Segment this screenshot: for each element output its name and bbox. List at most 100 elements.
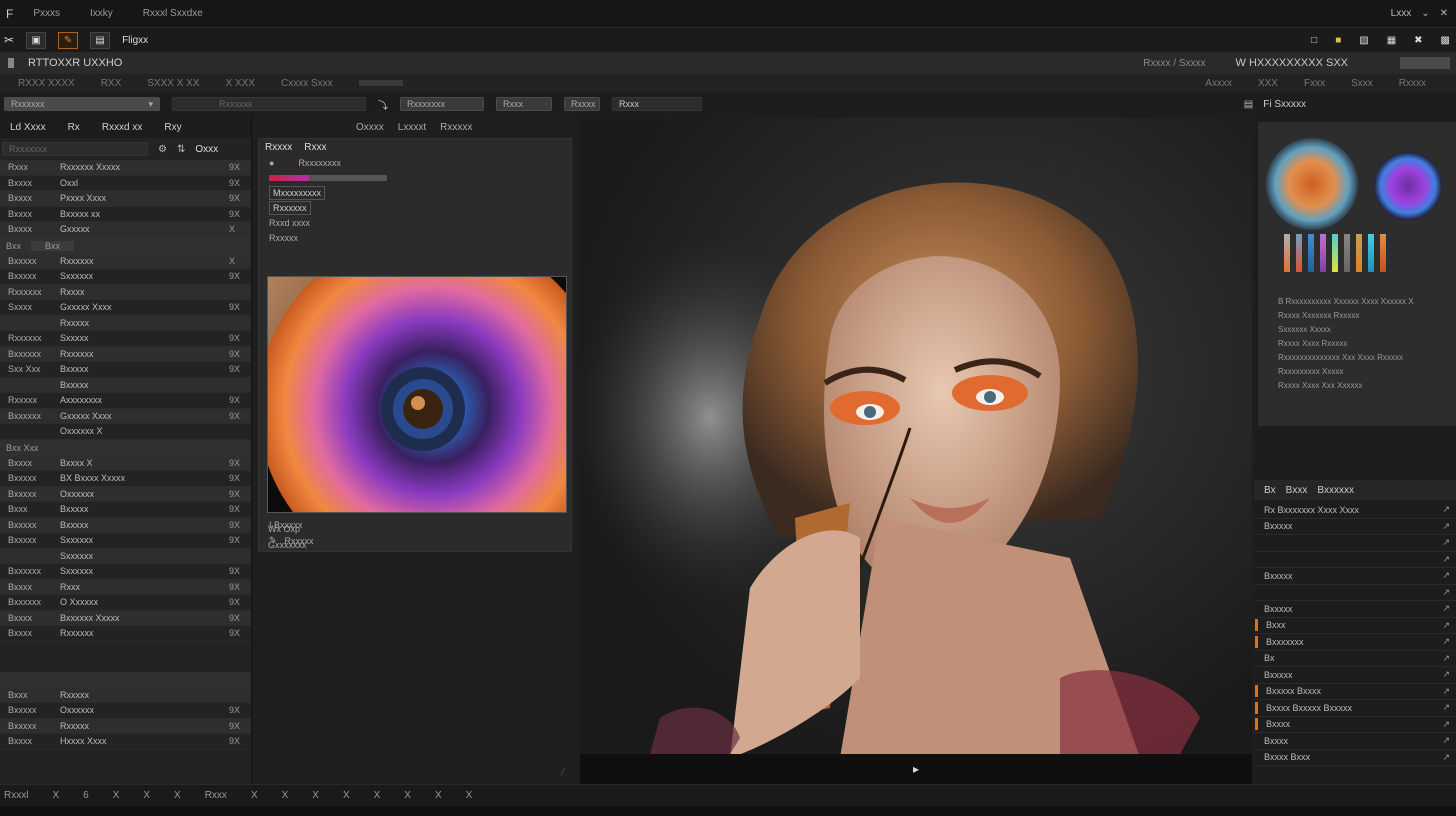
table-row[interactable]: Bxxxxxx Sxxxxxx 9X [0, 564, 251, 580]
option-4[interactable]: X XXX [226, 78, 255, 89]
table-row[interactable]: Bxxxxx Rxxxxxx X [0, 253, 251, 269]
option-right-4[interactable]: Sxxx [1351, 78, 1373, 89]
table-row[interactable]: Bxxxx Rxxxxxx 9X [0, 626, 251, 642]
layer-edit-icon[interactable]: ↗ [1442, 504, 1450, 515]
option-3[interactable]: SXXX X XX [147, 78, 199, 89]
left-search-option[interactable]: Oxxx [195, 144, 218, 155]
table-row[interactable]: Bxxxxx [0, 377, 251, 393]
mid-tab-2[interactable]: Lxxxxt [398, 122, 426, 133]
option-right-1[interactable]: Axxxx [1205, 78, 1232, 89]
settings-icon[interactable]: ⚙ [158, 144, 167, 155]
status-item[interactable]: X [374, 790, 381, 801]
arrow-icon[interactable]: ⤵ [378, 97, 388, 112]
status-item[interactable]: X [466, 790, 473, 801]
layer-row[interactable]: Bx ↗ [1254, 651, 1456, 667]
status-item[interactable]: Rxxxl [4, 790, 28, 801]
play-icon[interactable]: ▸ [913, 762, 919, 776]
menu-item-3[interactable]: Rxxxl Sxxdxe [143, 8, 203, 19]
layer-row[interactable]: Bxxxxxxx ↗ [1254, 634, 1456, 651]
flow-field[interactable]: Rxxxx [564, 97, 600, 111]
table-row[interactable]: Sxxxx Gxxxxx Xxxx 9X [0, 300, 251, 316]
properties-tab-1[interactable]: Rxxxx [265, 142, 292, 153]
folder-icon[interactable]: ■ [1335, 35, 1341, 46]
layer-edit-icon[interactable]: ↗ [1442, 554, 1450, 565]
option-2[interactable]: RXX [101, 78, 122, 89]
square-icon[interactable]: □ [1311, 35, 1317, 46]
table-row[interactable]: Bxxxx Rxxx 9X [0, 579, 251, 595]
table-row[interactable]: Bxxxx Gxxxxx X [0, 222, 251, 238]
status-item[interactable]: X [251, 790, 258, 801]
color-swatches[interactable] [1284, 234, 1386, 272]
table-row[interactable]: Bxxxxx Oxxxxxx 9X [0, 486, 251, 502]
layer-edit-icon[interactable]: ↗ [1442, 669, 1450, 680]
status-item[interactable]: 6 [83, 790, 89, 801]
table-row[interactable]: Bxxxx Hxxxx Xxxx 9X [0, 734, 251, 750]
resize-handle-icon[interactable]: ∕ [562, 767, 564, 778]
table-row[interactable]: Bxxxx Oxxl 9X [0, 176, 251, 191]
layer-edit-icon[interactable]: ↗ [1442, 570, 1450, 581]
left-tab-4[interactable]: Rxy [164, 122, 181, 133]
status-item[interactable]: X [435, 790, 442, 801]
layer-edit-icon[interactable]: ↗ [1442, 587, 1450, 598]
status-item[interactable]: Rxxx [205, 790, 227, 801]
layer-edit-icon[interactable]: ↗ [1442, 686, 1450, 697]
grid-view-icon[interactable]: ▩ [1441, 35, 1450, 46]
layer-row[interactable]: Bxxxxx ↗ [1254, 568, 1456, 585]
option-1[interactable]: RXXX XXXX [18, 78, 75, 89]
layer-row[interactable]: Rx Bxxxxxxx Xxxx Xxxx ↗ [1254, 502, 1456, 519]
option-5[interactable]: Cxxxx Sxxx [281, 78, 333, 89]
status-item[interactable]: X [312, 790, 319, 801]
preview-thumbnail[interactable] [267, 276, 567, 513]
left-search-input[interactable]: Rxxxxxxx [2, 142, 148, 156]
table-row[interactable]: Sxx Xxx Bxxxxx 9X [0, 362, 251, 378]
settings-icon[interactable]: ● [269, 158, 274, 168]
table-row[interactable]: Bxxxx Bxxxxxx Xxxxx 9X [0, 610, 251, 626]
layers-tab-1[interactable]: Bx [1264, 485, 1276, 496]
layer-row[interactable]: Bxxxxx ↗ [1254, 519, 1456, 535]
layer-row[interactable]: Bxxxxx ↗ [1254, 667, 1456, 684]
preset-field[interactable]: Rxxxxxx ▾ [4, 97, 160, 111]
table-row[interactable]: Bxxxx Pxxxx Xxxx 9X [0, 191, 251, 207]
table-row[interactable]: Bxxxx Bxxxxx xx 9X [0, 207, 251, 222]
menu-item-1[interactable]: Pxxxs [33, 8, 60, 19]
option-slider[interactable] [358, 80, 403, 86]
table-row[interactable]: Rxxxxx [0, 315, 251, 331]
brush-tool-button[interactable]: ✎ [58, 31, 79, 49]
chevron-down-icon[interactable]: ⌄ [1421, 8, 1429, 19]
table-row[interactable]: Oxxxxxx X [0, 424, 251, 440]
table-row[interactable]: Rxxxxxx Sxxxxx 9X [0, 331, 251, 347]
layers-tab-2[interactable]: Bxxx [1286, 485, 1308, 496]
layer-row[interactable]: ↗ [1254, 585, 1456, 601]
cross-icon[interactable]: ✖ [1414, 35, 1422, 46]
layer-edit-icon[interactable]: ↗ [1442, 719, 1450, 730]
layer-edit-icon[interactable]: ↗ [1442, 735, 1450, 746]
layer-edit-icon[interactable]: ↗ [1442, 603, 1450, 614]
table-row[interactable]: Bxxx Bxxxxx 9X [0, 502, 251, 518]
layer-edit-icon[interactable]: ↗ [1442, 636, 1450, 647]
status-item[interactable]: X [282, 790, 289, 801]
grid-icon[interactable]: ▦ [1387, 35, 1396, 46]
option-right-5[interactable]: Rxxxx [1399, 78, 1426, 89]
image-icon[interactable]: ▧ [1359, 35, 1368, 46]
layer-row[interactable]: Bxxxx ↗ [1254, 717, 1456, 733]
canvas-area[interactable]: ▸ [580, 118, 1252, 784]
status-item[interactable]: X [404, 790, 411, 801]
layer-edit-icon[interactable]: ↗ [1442, 752, 1450, 763]
left-tab-1[interactable]: Ld Xxxx [10, 122, 46, 133]
table-row[interactable]: Bxxxxxx Rxxxxxx 9X [0, 346, 251, 362]
layer-edit-icon[interactable]: ↗ [1442, 620, 1450, 631]
table-row[interactable]: Bxxxxx Sxxxxxx 9X [0, 533, 251, 549]
table-row[interactable]: Rxxxxxx Rxxxx [0, 284, 251, 300]
layer-row[interactable]: Bxxxx Bxxx ↗ [1254, 750, 1456, 766]
table-row[interactable]: Bxxx Rxxxxx [0, 687, 251, 703]
close-icon[interactable]: ✕ [1440, 8, 1448, 19]
layer-tool-button[interactable]: ▤ [90, 31, 111, 49]
panel-icon[interactable]: ▤ [1244, 99, 1253, 110]
table-row[interactable]: Rxxx Rxxxxxx Xxxxx 9X [0, 160, 251, 176]
table-row[interactable]: Bxxxx Bxxxx X 9X [0, 455, 251, 471]
status-item[interactable]: X [52, 790, 59, 801]
left-tab-2[interactable]: Rx [68, 122, 80, 133]
option-right-3[interactable]: Fxxx [1304, 78, 1325, 89]
status-item[interactable]: X [113, 790, 120, 801]
table-row[interactable]: Rxxxxx Axxxxxxxx 9X [0, 393, 251, 409]
